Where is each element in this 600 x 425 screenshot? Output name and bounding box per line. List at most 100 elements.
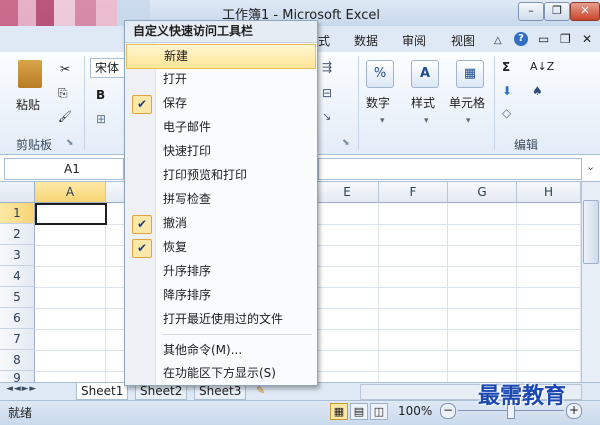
menu-item-quick-print[interactable]: 快速打印 [126, 140, 316, 163]
column-header-h[interactable]: H [517, 182, 581, 203]
cells-icon[interactable]: ▦ [456, 60, 484, 88]
menu-item-email[interactable]: 电子邮件 [126, 116, 316, 139]
row-header[interactable]: 5 [0, 287, 35, 308]
select-all-corner[interactable] [0, 182, 35, 203]
watermark-logo: 最需教育 [478, 383, 567, 409]
column-header-g[interactable]: G [448, 182, 517, 203]
tab-review[interactable]: 审阅 [402, 32, 426, 49]
find-select-icon[interactable]: ♠ [532, 84, 543, 98]
menu-item-undo[interactable]: ✔ 撤消 [126, 212, 316, 235]
menu-item-spelling[interactable]: 拼写检查 [126, 188, 316, 211]
row-header[interactable]: 2 [0, 224, 35, 245]
menu-item-label: 升序排序 [163, 264, 212, 278]
sort-filter-icon[interactable]: A↓Z [530, 60, 554, 73]
menu-item-label: 降序排序 [163, 288, 212, 302]
normal-view-icon[interactable]: ▦ [330, 403, 348, 420]
checkmark-icon: ✔ [132, 239, 152, 258]
cells-button[interactable]: 单元格 [449, 94, 485, 111]
bold-icon[interactable]: B [96, 88, 105, 102]
row-header[interactable]: 1 [0, 203, 35, 224]
border-icon[interactable]: ⊞ [96, 112, 106, 126]
menu-item-label: 快速打印 [163, 144, 212, 158]
zoom-level[interactable]: 100% [398, 404, 432, 418]
menu-item-label: 拼写检查 [163, 192, 212, 206]
row-header[interactable]: 4 [0, 266, 35, 287]
copy-icon[interactable]: ⎘ [58, 86, 68, 101]
menu-item-new[interactable]: 新建 [126, 44, 316, 69]
menu-item-open[interactable]: 打开 [126, 68, 316, 91]
percent-icon[interactable]: % [366, 60, 394, 88]
tab-data[interactable]: 数据 [354, 32, 378, 49]
format-painter-icon[interactable]: 🖌 [58, 110, 72, 123]
vertical-scroll-thumb[interactable] [583, 200, 599, 264]
formula-input[interactable] [318, 158, 582, 180]
styles-button[interactable]: 样式 [411, 94, 435, 111]
clipboard-launcher-icon[interactable]: ⬊ [66, 138, 74, 148]
number-dropdown-icon[interactable]: ▾ [380, 116, 385, 126]
menu-item-label: 新建 [164, 49, 189, 63]
styles-icon[interactable]: A [411, 60, 439, 88]
alignment-launcher-icon[interactable]: ⬊ [342, 138, 350, 148]
row-header[interactable]: 3 [0, 245, 35, 266]
tab-sheet1[interactable]: Sheet1 [76, 383, 129, 400]
menu-item-save[interactable]: ✔ 保存 [126, 92, 316, 115]
paste-icon[interactable] [18, 60, 42, 88]
autosum-icon[interactable]: Σ [502, 60, 510, 74]
menu-item-label: 撤消 [163, 216, 188, 230]
sheet-nav-arrows[interactable]: ◄ ◄ ► ► [6, 384, 36, 394]
tab-view[interactable]: 视图 [451, 32, 475, 49]
row-header[interactable]: 8 [0, 350, 35, 371]
fill-icon[interactable]: ⬇ [502, 84, 512, 98]
menu-item-label: 在功能区下方显示(S) [163, 366, 276, 380]
page-layout-view-icon[interactable]: ▤ [350, 403, 368, 420]
menu-item-show-below-ribbon[interactable]: 在功能区下方显示(S) [126, 362, 316, 385]
menu-item-print-preview[interactable]: 打印预览和打印 [126, 164, 316, 187]
merge-cells-icon[interactable]: ⊟ [322, 86, 332, 100]
menu-item-label: 打开最近使用过的文件 [163, 312, 284, 326]
menu-item-label: 打印预览和打印 [163, 168, 248, 182]
orientation-icon[interactable]: ↘ [322, 110, 331, 123]
styles-dropdown-icon[interactable]: ▾ [424, 116, 429, 126]
clear-icon[interactable]: ◇ [502, 106, 511, 120]
menu-item-more-commands[interactable]: 其他命令(M)... [126, 339, 316, 362]
menu-item-label: 保存 [163, 96, 188, 110]
ribbon-collapse-icon[interactable]: △ [494, 35, 502, 46]
workbook-minimize-icon[interactable]: ▭ [538, 32, 549, 46]
column-header-f[interactable]: F [379, 182, 448, 203]
group-separator [84, 56, 85, 150]
active-cell-a1[interactable] [35, 203, 107, 225]
page-break-view-icon[interactable]: ◫ [370, 403, 388, 420]
expand-formula-bar-icon[interactable]: ⌄ [586, 160, 595, 173]
restore-button[interactable]: ❐ [544, 2, 570, 21]
checkmark-icon: ✔ [132, 215, 152, 234]
menu-header: 自定义快速访问工具栏 [125, 21, 317, 43]
grid-line [447, 203, 448, 383]
group-separator [494, 56, 495, 150]
menu-item-sort-ascending[interactable]: 升序排序 [126, 260, 316, 283]
menu-item-open-recent[interactable]: 打开最近使用过的文件 [126, 308, 316, 331]
cells-dropdown-icon[interactable]: ▾ [466, 116, 471, 126]
number-format-button[interactable]: 数字 [366, 94, 390, 111]
workbook-close-icon[interactable]: ✕ [582, 32, 592, 46]
workbook-restore-icon[interactable]: ❐ [560, 32, 571, 46]
help-icon[interactable]: ? [514, 32, 528, 46]
status-ready: 就绪 [8, 406, 33, 420]
zoom-in-button[interactable]: + [566, 403, 582, 419]
menu-item-sort-descending[interactable]: 降序排序 [126, 284, 316, 307]
row-header[interactable]: 7 [0, 329, 35, 350]
menu-item-redo[interactable]: ✔ 恢复 [126, 236, 316, 259]
tab-format-partial[interactable]: 式 [318, 32, 330, 49]
menu-separator [162, 334, 312, 335]
zoom-out-button[interactable]: − [440, 403, 456, 419]
close-button[interactable]: ✕ [570, 2, 600, 21]
minimize-button[interactable]: – [518, 2, 544, 21]
row-header[interactable]: 6 [0, 308, 35, 329]
name-box-value: A1 [64, 162, 80, 176]
wrap-text-icon[interactable]: ⇶ [322, 60, 332, 74]
editing-group-label: 编辑 [514, 138, 539, 152]
paste-button[interactable]: 粘贴 [16, 96, 40, 113]
menu-item-label: 恢复 [163, 240, 188, 254]
column-header-a[interactable]: A [35, 182, 106, 203]
column-header-e[interactable]: E [316, 182, 379, 203]
cut-icon[interactable]: ✂ [60, 62, 70, 76]
